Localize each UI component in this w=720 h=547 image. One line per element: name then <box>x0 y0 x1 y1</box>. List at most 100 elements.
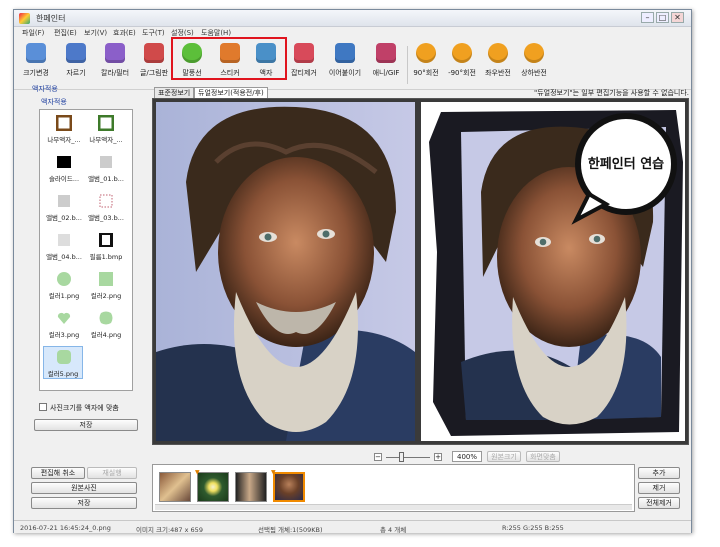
rotate-right-button[interactable]: 90°회전 <box>409 41 443 87</box>
crop-button[interactable]: 자르기 <box>58 41 94 87</box>
rotate-right-icon <box>416 43 436 63</box>
speech-bubble-text: 한페인터 연습 <box>588 156 664 172</box>
grey-square-thumbnail <box>100 156 112 168</box>
green-heart-thumbnail <box>57 312 71 324</box>
frame-item[interactable]: 나무액자_... <box>44 113 84 146</box>
gif-button[interactable]: 애니/GIF <box>367 41 405 87</box>
rotate-left-button[interactable]: -90°회전 <box>444 41 480 87</box>
highlight-box <box>171 37 287 80</box>
title-bar: 한페인터 – □ ✕ <box>14 10 691 27</box>
thumbnail-couple[interactable] <box>159 472 191 502</box>
undo-button[interactable]: 편집해 취소 <box>31 467 85 479</box>
frame-item[interactable]: 컬러2.png <box>86 269 126 302</box>
crop-icon <box>66 43 86 63</box>
frame-item[interactable]: 필름1.bmp <box>86 230 126 263</box>
color-filter-icon <box>105 43 125 63</box>
framed-image[interactable]: 한페인터 연습 <box>421 102 685 441</box>
fit-window-button[interactable]: 화면맞춤 <box>526 451 560 462</box>
checkbox-box[interactable] <box>39 403 47 411</box>
image-view-area: 한페인터 연습 <box>152 98 689 445</box>
green-square-thumbnail <box>99 272 113 286</box>
frame-item[interactable]: 컬러3.png <box>44 308 84 341</box>
frame-item[interactable]: 나무액자_... <box>86 113 126 146</box>
original-image[interactable] <box>156 102 415 441</box>
thumbnail-scrollbar[interactable] <box>155 504 632 510</box>
film-frame-thumbnail <box>99 233 113 247</box>
color-filter-button[interactable]: 칼라/필터 <box>96 41 134 87</box>
save-button[interactable]: 저장 <box>31 497 137 509</box>
blemish-remove-button[interactable]: 잡티제거 <box>285 41 323 87</box>
status-image-size: 이미지 크기:487 x 659 <box>136 526 203 534</box>
wood-frame-thumbnail <box>56 115 72 131</box>
join-button[interactable]: 이어붙이기 <box>323 41 367 87</box>
menu-tools[interactable]: 도구(T) <box>142 28 165 38</box>
text-draw-button[interactable]: 글/그림판 <box>135 41 173 87</box>
portrait-after-image: 한페인터 연습 <box>421 102 685 441</box>
thumbnail-flower[interactable]: ▼ <box>195 469 229 502</box>
thumbnail-portrait[interactable] <box>235 472 267 502</box>
zoom-out-button[interactable]: − <box>374 453 382 461</box>
dashed-square-thumbnail <box>99 194 113 208</box>
portrait-before-image <box>156 102 415 441</box>
black-square-thumbnail <box>57 156 71 168</box>
status-bar: 2016-07-21 16:45:24_0.png 이미지 크기:487 x 6… <box>14 520 691 534</box>
frame-list: 나무액자_... 나무액자_... 슬라이드... 앨범_01.b... 앨범_… <box>39 109 133 391</box>
green-blob-thumbnail <box>99 311 113 325</box>
rotate-left-icon <box>452 43 472 63</box>
toolbar-separator <box>407 46 408 84</box>
remove-all-button[interactable]: 전체제거 <box>638 497 680 509</box>
resize-button[interactable]: 크기변경 <box>16 41 56 87</box>
zoom-controls: − + 400% 원본크기 화면맞춤 <box>374 451 604 463</box>
frame-item[interactable]: 앨범_04.b... <box>44 230 84 263</box>
frame-item-selected[interactable]: 컬러5.png <box>43 346 83 379</box>
close-button[interactable]: ✕ <box>671 12 684 23</box>
marked-icon: ▼ <box>271 469 276 476</box>
gif-icon <box>376 43 396 63</box>
original-photo-button[interactable]: 원본사진 <box>31 482 137 494</box>
green-rounded-thumbnail <box>57 350 71 364</box>
add-button[interactable]: 추가 <box>638 467 680 479</box>
menu-bar: 파일(F) 편집(E) 보기(V) 효과(E) 도구(T) 설정(S) 도움말(… <box>14 27 691 38</box>
status-selected: 선택됨 개체:1(509KB) <box>258 526 323 534</box>
frame-item[interactable]: 컬러1.png <box>44 269 84 302</box>
grey-square-thumbnail <box>58 234 70 246</box>
bottom-panel: 편집해 취소 재실행 원본사진 저장 ▼ ▼ 추가 제거 전체제거 <box>14 464 691 524</box>
zoom-in-button[interactable]: + <box>434 453 442 461</box>
dual-view-notice: "듀얼정보기"는 일부 편집기능을 사용할 수 없습니다. <box>533 89 689 97</box>
menu-edit[interactable]: 편집(E) <box>54 28 77 38</box>
thumbnail-strip: ▼ ▼ <box>152 464 635 512</box>
remove-button[interactable]: 제거 <box>638 482 680 494</box>
frame-item[interactable]: 앨범_02.b... <box>44 191 84 224</box>
grey-square-thumbnail <box>58 195 70 207</box>
frame-item[interactable]: 앨범_03.b... <box>86 191 126 224</box>
green-wood-frame-thumbnail <box>98 115 114 131</box>
frame-item[interactable]: 슬라이드... <box>44 152 84 185</box>
menu-view[interactable]: 보기(V) <box>84 28 107 38</box>
thumbnail-old-man[interactable]: ▼ <box>271 469 305 502</box>
maximize-button[interactable]: □ <box>656 12 669 23</box>
flip-vertical-icon <box>524 43 544 63</box>
frame-save-button[interactable]: 저장 <box>34 419 138 431</box>
menu-file[interactable]: 파일(F) <box>22 28 44 38</box>
frame-panel-title: 액자적용 <box>32 85 58 93</box>
status-total: 총 4 개체 <box>380 526 407 534</box>
frame-panel-subtitle: 액자적용 <box>41 98 67 106</box>
zoom-slider-thumb[interactable] <box>399 452 404 462</box>
original-size-button[interactable]: 원본크기 <box>487 451 521 462</box>
text-draw-icon <box>144 43 164 63</box>
menu-effect[interactable]: 효과(E) <box>113 28 136 38</box>
redo-button[interactable]: 재실행 <box>87 467 137 479</box>
tab-standard-view[interactable]: 표준정보기 <box>154 87 195 98</box>
fit-frame-checkbox[interactable]: 사진크기를 액자에 맞춤 <box>39 403 119 413</box>
marked-icon: ▼ <box>195 469 200 476</box>
frame-item[interactable]: 앨범_01.b... <box>86 152 126 185</box>
app-logo-icon <box>19 13 30 24</box>
flip-horizontal-icon <box>488 43 508 63</box>
status-file: 2016-07-21 16:45:24_0.png <box>20 524 111 532</box>
flip-horizontal-button[interactable]: 좌우반전 <box>480 41 516 87</box>
tab-dual-view[interactable]: 듀얼정보기(적용전/후) <box>194 87 268 98</box>
minimize-button[interactable]: – <box>641 12 654 23</box>
frame-item[interactable]: 컬러4.png <box>86 308 126 341</box>
zoom-slider-track[interactable] <box>386 457 430 458</box>
flip-vertical-button[interactable]: 상하반전 <box>516 41 552 87</box>
